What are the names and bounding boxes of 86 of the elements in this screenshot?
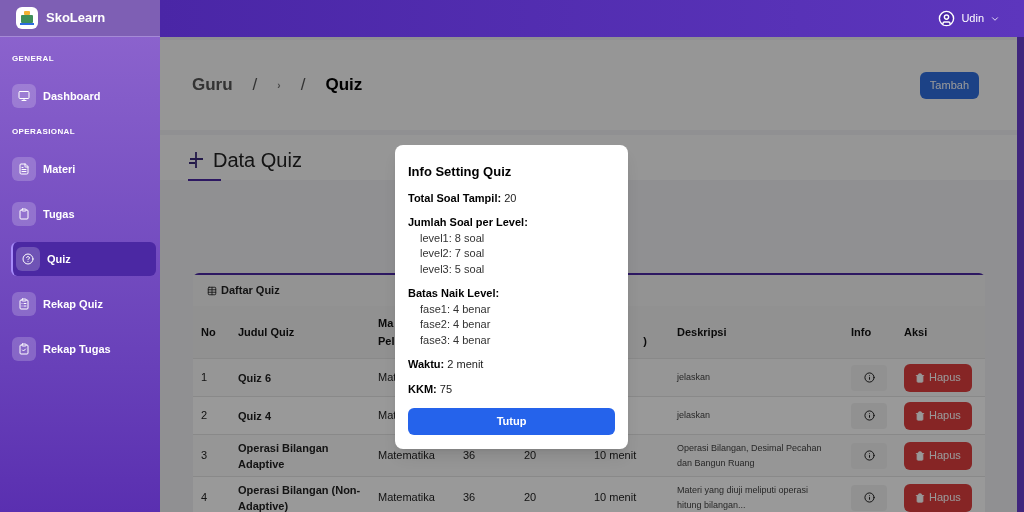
- delete-button[interactable]: Hapus: [904, 483, 972, 512]
- table-cell-text: 4: [201, 490, 208, 506]
- table-cell-text: 36: [463, 490, 476, 506]
- column-header: No: [201, 325, 216, 340]
- user-avatar-icon: [938, 10, 956, 27]
- setting-label: Jumlah Soal per Level:: [408, 215, 529, 230]
- section-title: Data Quiz: [213, 148, 302, 173]
- breadcrumb-item[interactable]: Guru: [192, 72, 233, 98]
- clipboard-list-icon: [12, 292, 36, 316]
- sidebar-item[interactable]: Rekap Quiz: [12, 287, 148, 321]
- table-cell-text: jelaskan: [677, 409, 711, 422]
- table-cell-text: 3: [201, 448, 208, 464]
- table-cell-text: Operasi Bilangan (Non-Adaptive): [238, 482, 362, 512]
- setting-line: fase3: 4 benar: [419, 332, 492, 348]
- table-cell-text: 20: [524, 490, 537, 506]
- table-cell-text: 36: [463, 448, 476, 464]
- close-button[interactable]: Tutup: [408, 408, 615, 435]
- sidebar-item[interactable]: Quiz: [11, 242, 156, 276]
- column-header: Info: [851, 325, 872, 340]
- setting-text: KKM: 75: [408, 381, 454, 397]
- table-cell-text: Mat: [378, 408, 397, 424]
- info-icon: [863, 492, 875, 503]
- document-icon: [12, 157, 36, 181]
- table-cell-text: 1: [201, 370, 208, 386]
- breadcrumb-separator: /: [300, 74, 306, 97]
- clipboard-icon: [12, 202, 36, 226]
- info-button[interactable]: [851, 364, 887, 391]
- setting-line: level2: 7 soal: [419, 246, 486, 261]
- info-button[interactable]: [851, 442, 887, 469]
- setting-text: Total Soal Tampil: 20: [408, 190, 518, 206]
- sidebar-heading: GENERAL: [12, 53, 55, 65]
- setting-text: Waktu: 2 menit: [408, 357, 485, 372]
- setting-label: Batas Naik Level:: [408, 286, 501, 301]
- monitor-icon: [12, 84, 36, 108]
- table-cell-text: Operasi Bilangan Adaptive: [238, 440, 330, 472]
- breadcrumb-item: Quiz: [325, 74, 363, 97]
- sidebar-item[interactable]: Rekap Tugas: [12, 332, 148, 366]
- delete-button[interactable]: Hapus: [904, 401, 972, 430]
- table-cell-text: Quiz 4: [238, 408, 271, 424]
- info-button[interactable]: [851, 402, 887, 429]
- setting-line: level1: 8 soal: [419, 230, 486, 246]
- delete-button[interactable]: Hapus: [904, 441, 972, 470]
- table-icon: [207, 285, 217, 296]
- info-button[interactable]: [851, 484, 887, 511]
- logo-icon: [16, 7, 38, 29]
- sidebar-heading: OPERASIONAL: [12, 126, 77, 138]
- sidebar-item[interactable]: Tugas: [12, 197, 148, 231]
- column-header: ): [643, 334, 647, 349]
- setting-line: fase1: 4 benar: [419, 301, 492, 317]
- table-cell-text: 10 menit: [594, 490, 637, 506]
- setting-line: fase2: 4 benar: [419, 317, 492, 332]
- table-cell-text: Materi yang diuji meliputi operasi hitung bilangan...: [677, 483, 810, 512]
- help-icon: [16, 247, 40, 271]
- table-cell-text: 2: [201, 408, 208, 424]
- trash-icon: [915, 372, 925, 383]
- breadcrumb-separator: /: [252, 74, 258, 97]
- table-cell-text: jelaskan: [677, 371, 711, 384]
- column-header: Judul Quiz: [238, 325, 295, 340]
- info-icon: [863, 450, 875, 461]
- table-cell-text: Matematika: [378, 490, 435, 506]
- dialog-title: Info Setting Quiz: [408, 163, 513, 181]
- info-icon: [863, 372, 875, 383]
- table-cell-text: Operasi Bilangan, Desimal Pecahan dan Bangun Ruang: [677, 441, 823, 470]
- table-cell-text: Mat: [378, 370, 397, 386]
- column-header: Deskripsi: [677, 325, 727, 340]
- table-cell-text: Matematika: [378, 448, 435, 464]
- table-cell-text: 20: [524, 448, 537, 464]
- trash-icon: [915, 450, 925, 461]
- column-header: Ma Pel: [378, 316, 395, 349]
- add-button[interactable]: Tambah: [919, 71, 979, 99]
- clipboard-check-icon: [12, 337, 36, 361]
- breadcrumb-item[interactable]: ›: [277, 77, 281, 93]
- table-cell-text: 10 menit: [594, 448, 637, 464]
- trash-icon: [915, 410, 925, 421]
- card-title: Daftar Quiz: [221, 283, 280, 299]
- trash-icon: [915, 492, 925, 503]
- sidebar-item[interactable]: Materi: [12, 152, 148, 186]
- info-icon: [863, 410, 875, 421]
- setting-line: level3: 5 soal: [419, 261, 486, 277]
- table-cell-text: Quiz 6: [238, 370, 271, 386]
- scrollbar[interactable]: [1017, 37, 1024, 512]
- app-name: SkoLearn: [46, 9, 106, 28]
- delete-button[interactable]: Hapus: [904, 363, 972, 392]
- user-menu[interactable]: Udin: [938, 10, 1000, 27]
- column-header: Aksi: [904, 325, 928, 340]
- sidebar-item[interactable]: Dashboard: [12, 79, 148, 113]
